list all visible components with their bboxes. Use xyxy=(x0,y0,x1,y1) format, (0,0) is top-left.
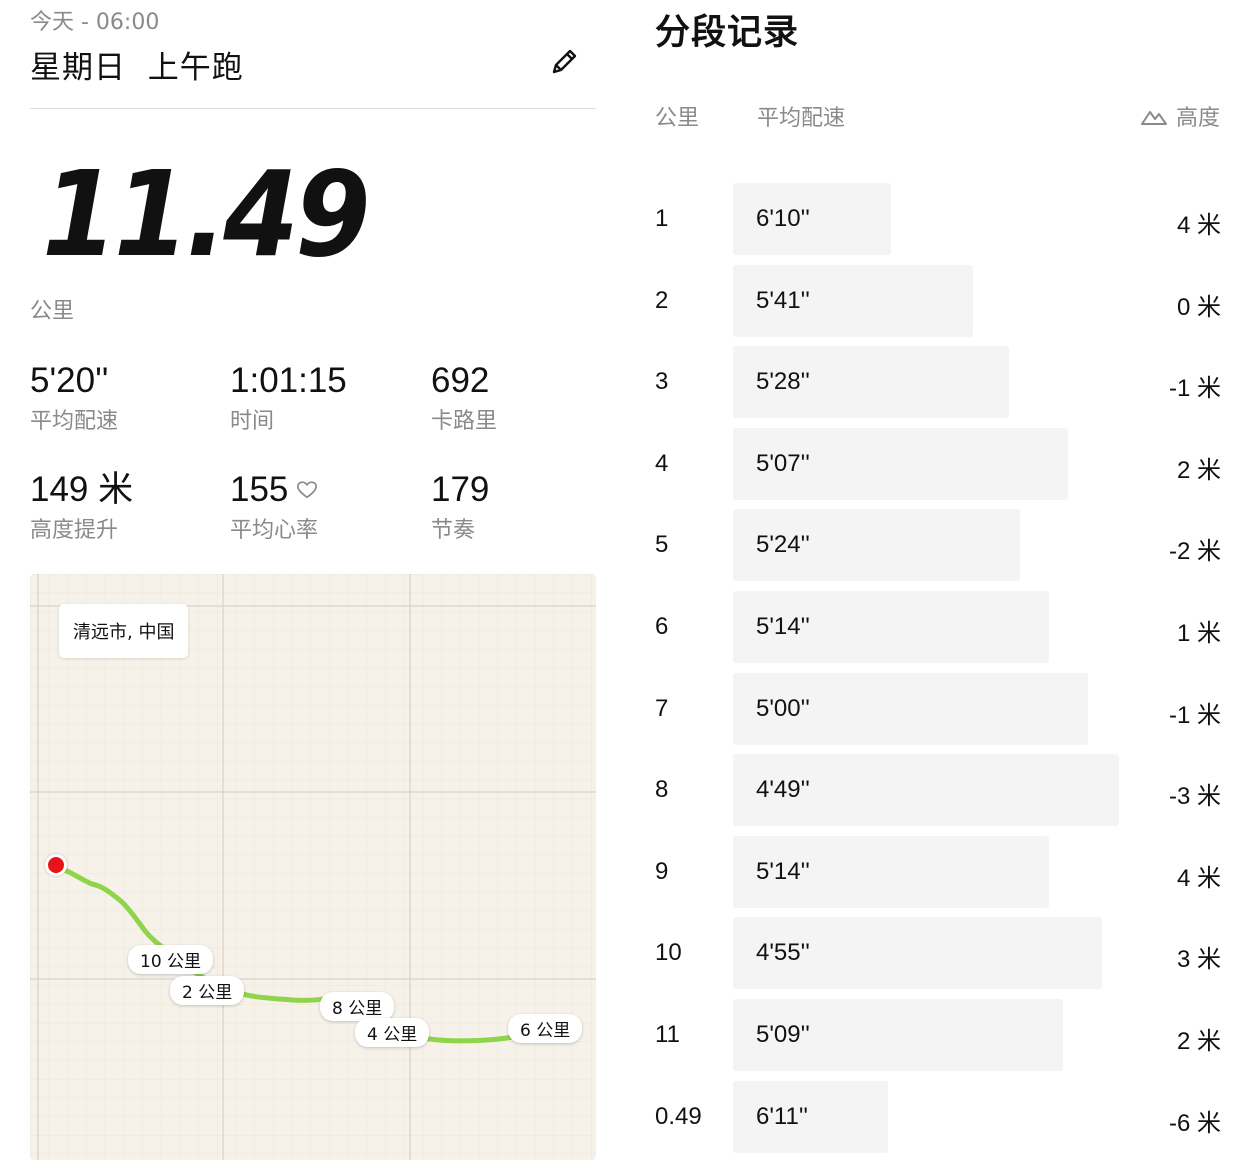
stat-avg-pace: 5'20'' 平均配速 xyxy=(30,361,220,435)
split-row[interactable]: 11 5'09'' 2 米 xyxy=(625,999,1250,1071)
split-elevation: 2 米 xyxy=(1176,456,1221,484)
split-km: 5 xyxy=(655,531,669,559)
split-km: 11 xyxy=(655,1021,680,1048)
stat-calories: 692 卡路里 xyxy=(431,361,621,435)
heart-outline-icon xyxy=(297,481,318,499)
split-km: 6 xyxy=(655,613,669,640)
header-divider xyxy=(30,108,596,109)
column-header-km: 公里 xyxy=(655,106,700,131)
split-elevation: 4 米 xyxy=(1176,864,1221,892)
map-city-label: 清远市, 中国 xyxy=(59,604,189,658)
stat-elevation-gain: 149 米 高度提升 xyxy=(30,470,220,544)
split-elevation: -6 米 xyxy=(1168,1109,1221,1137)
map-grid xyxy=(30,574,596,1160)
mountain-icon xyxy=(1141,111,1167,125)
split-pace: 5'24'' xyxy=(756,531,810,559)
split-pace: 6'10'' xyxy=(756,205,810,232)
split-row[interactable]: 8 4'49'' -3 米 xyxy=(625,754,1250,827)
run-date-time: 今天 - 06:00 xyxy=(30,10,160,35)
split-pace: 4'55'' xyxy=(756,939,810,967)
stat-label: 节奏 xyxy=(431,517,476,543)
split-pace: 5'00'' xyxy=(756,694,810,722)
split-pace: 5'09'' xyxy=(756,1021,810,1048)
stat-label: 平均心率 xyxy=(230,517,319,543)
split-km: 1 xyxy=(655,205,669,232)
run-summary-panel: 今天 - 06:00 星期日 上午跑 11.49 公里 5'20'' 平均配速 … xyxy=(0,0,625,1160)
column-header-elevation-label: 高度 xyxy=(1176,106,1221,131)
split-row[interactable]: 1 6'10'' 4 米 xyxy=(625,183,1250,255)
pencil-icon xyxy=(552,49,577,74)
split-elevation: -1 米 xyxy=(1168,375,1221,403)
edit-button[interactable] xyxy=(546,44,582,80)
column-header-pace: 平均配速 xyxy=(757,106,846,131)
split-elevation: -2 米 xyxy=(1168,538,1221,566)
split-elevation: -3 米 xyxy=(1168,783,1221,811)
stat-value: 5'20'' xyxy=(30,361,109,400)
split-pace: 5'07'' xyxy=(756,449,810,477)
column-header-elevation: 高度 xyxy=(1140,100,1220,132)
stat-label: 卡路里 xyxy=(431,408,498,434)
split-row[interactable]: 10 4'55'' 3 米 xyxy=(625,917,1250,990)
split-km: 9 xyxy=(655,857,669,885)
split-km: 2 xyxy=(655,286,669,314)
split-pace: 5'28'' xyxy=(756,368,810,396)
stat-label: 平均配速 xyxy=(30,408,119,434)
stat-label: 时间 xyxy=(230,408,275,434)
km-marker-4: 4 公里 xyxy=(355,1018,430,1047)
route-start-marker xyxy=(45,854,67,876)
split-km: 0.49 xyxy=(655,1102,702,1130)
route-map[interactable]: 清远市, 中国 10 公里 2 公里 8 公里 4 公里 6 公里 xyxy=(30,574,596,1160)
stat-avg-heart-rate: 155 平均心率 xyxy=(230,470,420,544)
split-km: 7 xyxy=(655,694,669,722)
split-elevation: 4 米 xyxy=(1176,212,1221,239)
split-row[interactable]: 2 5'41'' 0 米 xyxy=(625,264,1250,337)
distance-unit: 公里 xyxy=(30,299,75,324)
km-marker-2: 2 公里 xyxy=(170,976,245,1005)
split-km: 3 xyxy=(655,368,669,396)
stat-value: 149 米 xyxy=(30,470,134,509)
stat-label: 高度提升 xyxy=(30,517,119,543)
split-pace: 5'14'' xyxy=(756,613,810,640)
split-pace: 5'41'' xyxy=(756,286,810,314)
split-row[interactable]: 5 5'24'' -2 米 xyxy=(625,509,1250,582)
stat-value: 692 xyxy=(431,361,490,400)
stat-cadence: 179 节奏 xyxy=(431,470,621,544)
splits-panel: 分段记录 公里 平均配速 高度 1 6'10'' 4 米 2 5'41'' 0 米 3 5'2… xyxy=(625,0,1250,1160)
split-km: 8 xyxy=(655,776,669,804)
split-row[interactable]: 3 5'28'' -1 米 xyxy=(625,346,1250,419)
stat-duration: 1:01:15 时间 xyxy=(230,361,420,435)
split-elevation: 0 米 xyxy=(1176,293,1221,321)
splits-title: 分段记录 xyxy=(655,13,800,53)
split-pace: 5'14'' xyxy=(756,857,810,885)
split-km: 10 xyxy=(655,939,682,967)
split-elevation: 3 米 xyxy=(1176,946,1221,974)
km-marker-10: 10 公里 xyxy=(128,945,214,974)
run-title: 星期日 上午跑 xyxy=(30,50,244,86)
stat-value: 155 xyxy=(230,470,289,509)
split-pace: 6'11'' xyxy=(756,1102,809,1130)
split-pace: 4'49'' xyxy=(756,776,810,804)
split-row[interactable]: 9 5'14'' 4 米 xyxy=(625,835,1250,908)
split-row[interactable]: 4 5'07'' 2 米 xyxy=(625,427,1250,500)
split-row[interactable]: 6 5'14'' 1 米 xyxy=(625,591,1250,663)
stat-value: 179 xyxy=(431,470,490,509)
split-elevation: -1 米 xyxy=(1168,701,1221,729)
split-km: 4 xyxy=(655,449,669,477)
split-elevation: 2 米 xyxy=(1176,1028,1221,1055)
split-row[interactable]: 7 5'00'' -1 米 xyxy=(625,672,1250,745)
km-marker-8: 8 公里 xyxy=(320,992,395,1021)
total-distance: 11.49 xyxy=(42,145,371,283)
km-marker-6: 6 公里 xyxy=(508,1014,583,1043)
split-elevation: 1 米 xyxy=(1176,620,1221,647)
split-row[interactable]: 0.49 6'11'' -6 米 xyxy=(625,1080,1250,1153)
stat-value: 1:01:15 xyxy=(230,361,347,400)
